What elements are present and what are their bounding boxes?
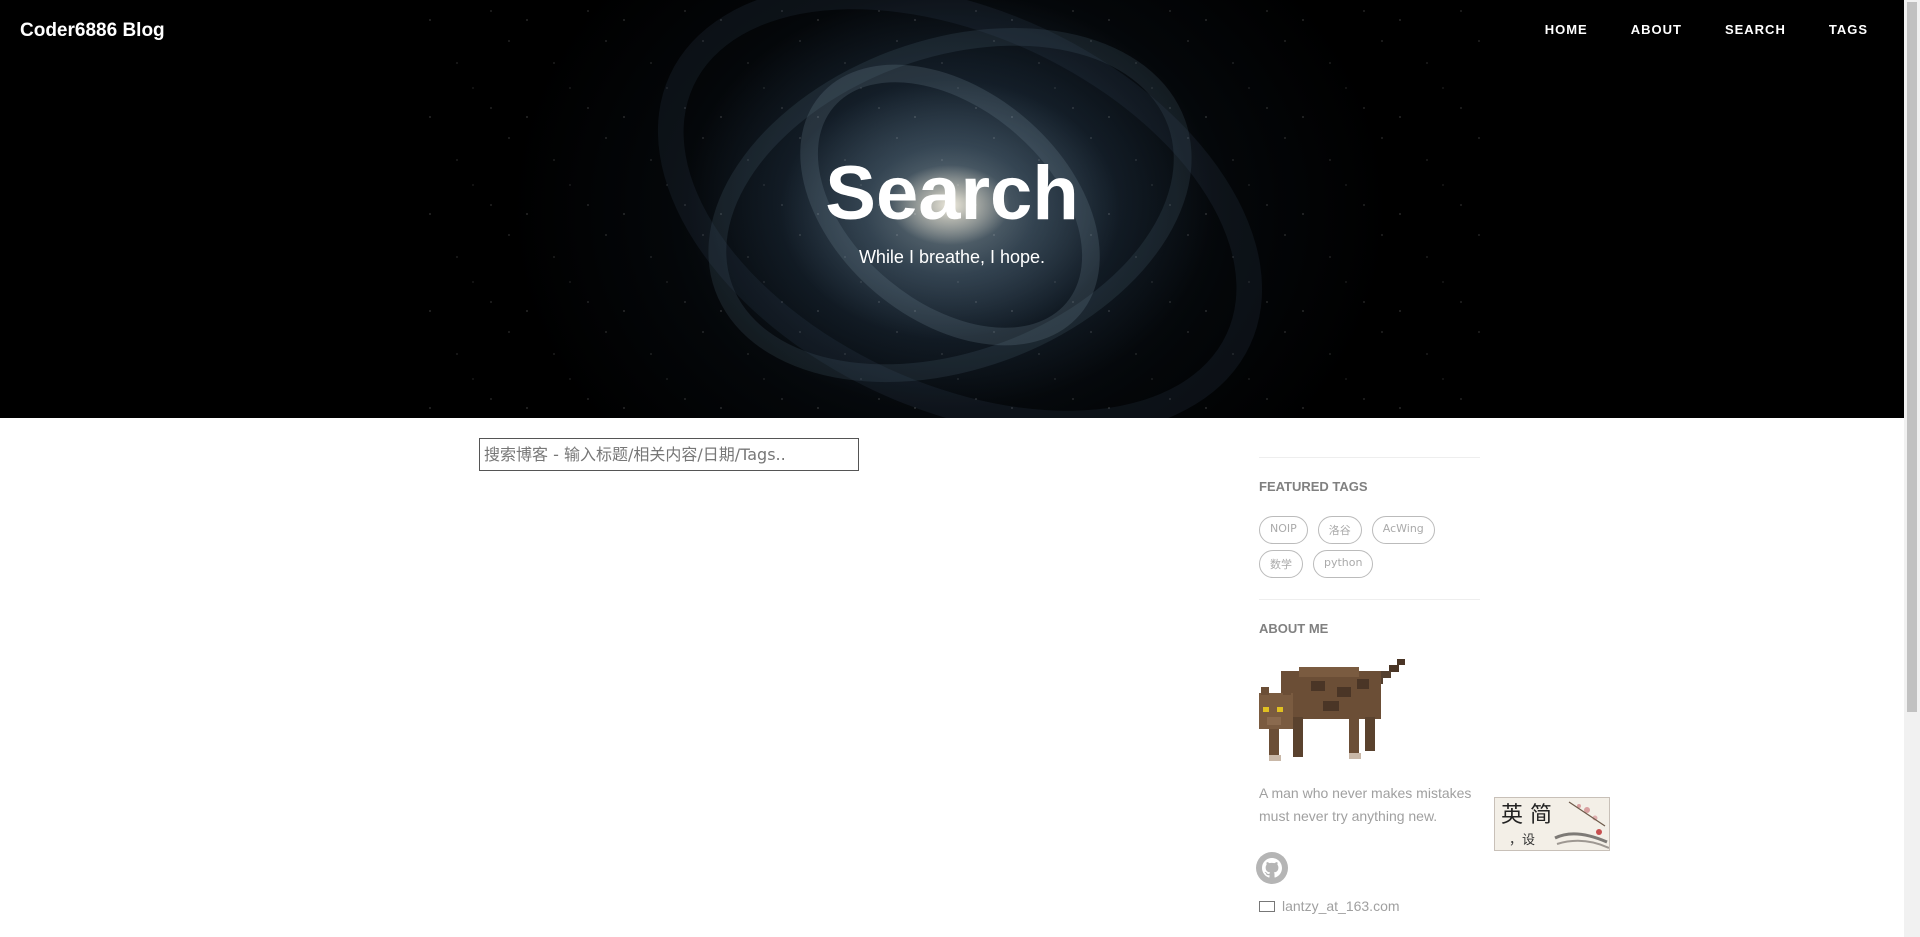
nav-home[interactable]: HOME: [1545, 22, 1588, 37]
nav-search[interactable]: SEARCH: [1725, 22, 1786, 37]
avatar: [1259, 659, 1405, 761]
stamp-text-main: 英 简: [1501, 803, 1552, 828]
sidebar-divider: [1259, 457, 1480, 458]
tag-noip[interactable]: NOIP: [1259, 516, 1308, 544]
search-input[interactable]: [479, 438, 859, 471]
page-title: Search: [825, 151, 1079, 236]
site-title-link[interactable]: Coder6886 Blog: [20, 20, 165, 42]
github-link[interactable]: [1256, 852, 1288, 884]
stamp-text-sub: ，设: [1509, 833, 1535, 848]
sidebar-divider: [1259, 599, 1480, 600]
nav-tags[interactable]: TAGS: [1829, 22, 1868, 37]
email-row[interactable]: lantzy_at_163.com: [1259, 898, 1480, 914]
page-subtitle: While I breathe, I hope.: [858, 247, 1046, 267]
decorative-stamp[interactable]: 英 简 ，设: [1494, 797, 1610, 851]
tag-python[interactable]: python: [1313, 550, 1374, 578]
hero-header: Coder6886 Blog HOME ABOUT SEARCH TAGS Se…: [0, 0, 1904, 418]
tag-math[interactable]: 数学: [1259, 550, 1303, 578]
tag-luogu[interactable]: 洛谷: [1317, 516, 1362, 544]
featured-tags-list: NOIP 洛谷 AcWing 数学 python: [1259, 516, 1480, 584]
email-text: lantzy_at_163.com: [1282, 898, 1400, 914]
about-me-title: ABOUT ME: [1259, 621, 1329, 636]
sidebar: FEATURED TAGS NOIP 洛谷 AcWing 数学 python A…: [1256, 457, 1480, 914]
mail-icon: [1259, 900, 1275, 912]
tag-acwing[interactable]: AcWing: [1371, 516, 1435, 544]
featured-tags-title: FEATURED TAGS: [1259, 479, 1368, 494]
about-description: A man who never makes mistakes must neve…: [1259, 785, 1472, 824]
scrollbar-thumb[interactable]: [1907, 2, 1917, 712]
stamp-art: 英 简 ，设: [1495, 798, 1609, 850]
github-icon: [1262, 858, 1282, 878]
nav-about[interactable]: ABOUT: [1631, 22, 1682, 37]
page-scrollbar[interactable]: [1904, 0, 1920, 937]
main-nav: HOME ABOUT SEARCH TAGS: [1502, 22, 1868, 37]
